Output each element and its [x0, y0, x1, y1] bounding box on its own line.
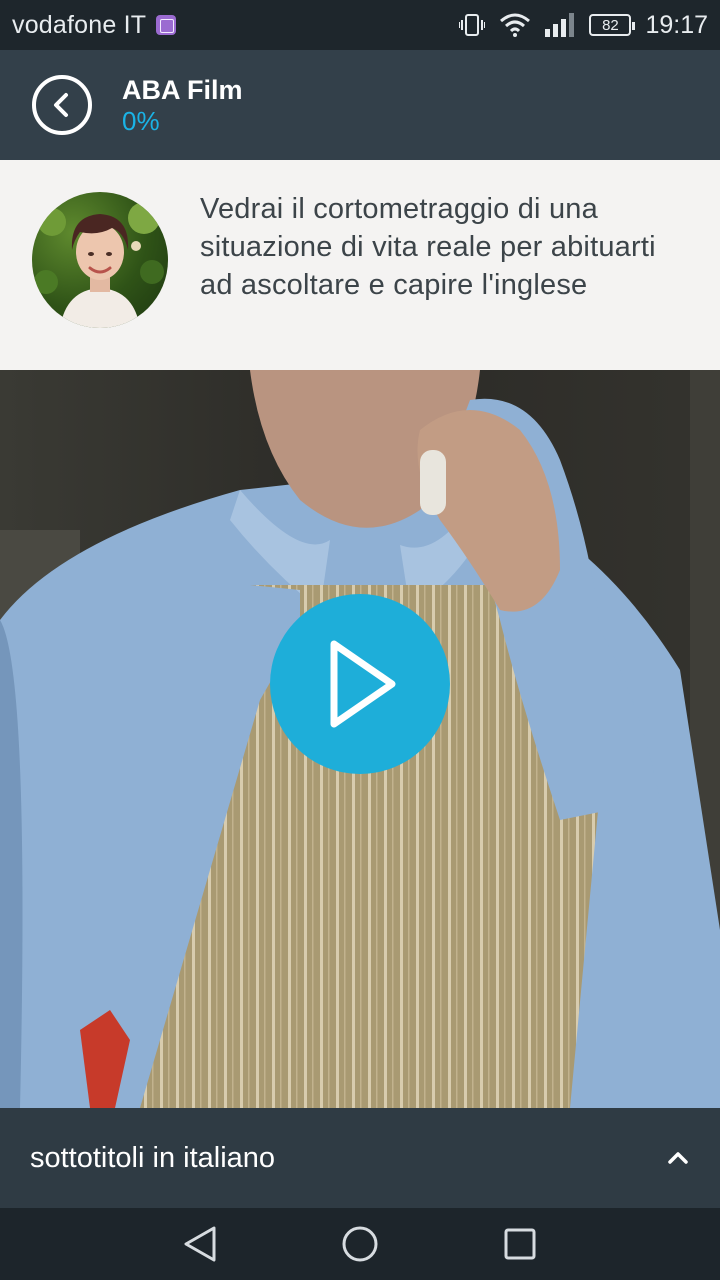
- progress-percentage: 0%: [122, 106, 160, 136]
- status-bar: vodafone IT 82 19:17: [0, 0, 720, 50]
- back-button[interactable]: [32, 75, 92, 135]
- chevron-up-icon[interactable]: [666, 1146, 690, 1170]
- title-block: ABA Film 0%: [122, 74, 243, 136]
- play-icon: [330, 640, 396, 728]
- intro-description: Vedrai il cortometraggio di una situazio…: [200, 193, 656, 301]
- battery-icon: 82: [589, 14, 636, 36]
- teacher-avatar: [32, 192, 168, 328]
- nav-home-button[interactable]: [330, 1214, 390, 1274]
- chevron-left-icon: [54, 93, 68, 117]
- square-recents-icon: [504, 1228, 536, 1260]
- video-player[interactable]: [0, 370, 720, 1108]
- carrier-name: vodafone IT: [12, 10, 147, 39]
- signal-icon: [545, 13, 575, 37]
- triangle-back-icon: [184, 1226, 216, 1262]
- subtitles-label: sottotitoli in italiano: [30, 1141, 276, 1174]
- gallery-notification-icon: [156, 15, 177, 35]
- nav-back-button[interactable]: [170, 1214, 230, 1274]
- wifi-icon: [500, 13, 531, 37]
- circle-home-icon: [342, 1226, 378, 1262]
- intro-section: Vedrai il cortometraggio di una situazio…: [0, 160, 720, 370]
- system-navigation-bar: [0, 1208, 720, 1280]
- teacher-portrait: [34, 202, 164, 328]
- page-title: ABA Film: [122, 75, 243, 105]
- play-button[interactable]: [270, 594, 450, 774]
- subtitles-selector[interactable]: sottotitoli in italiano: [0, 1108, 720, 1208]
- app-header: ABA Film 0%: [0, 50, 720, 160]
- vibrate-icon: [459, 14, 486, 36]
- status-icons: 82 19:17: [459, 11, 708, 40]
- clock: 19:17: [645, 10, 708, 39]
- nav-recents-button[interactable]: [490, 1214, 550, 1274]
